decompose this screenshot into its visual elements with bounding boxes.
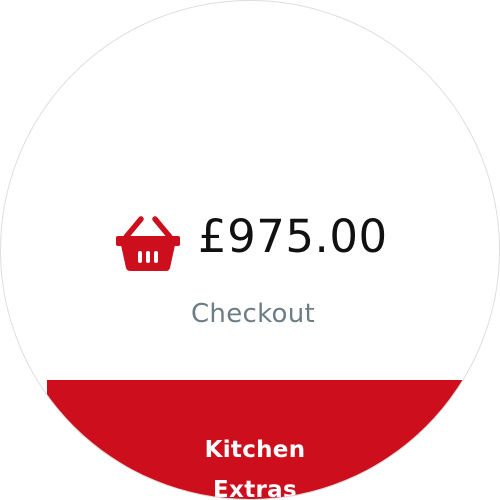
menu-item-label: Kitchen Extras xyxy=(204,437,306,500)
cart-summary[interactable]: £975.00 xyxy=(1,209,499,271)
cart-total: £975.00 xyxy=(198,210,388,263)
cart-widget: £975.00 Checkout Kitchen Extras xyxy=(0,0,500,500)
menu-item-kitchen-extras[interactable]: Kitchen Extras xyxy=(47,430,463,500)
basket-icon[interactable] xyxy=(114,214,180,274)
checkout-link[interactable]: Checkout xyxy=(1,294,499,334)
menu-band: Kitchen Extras xyxy=(47,380,463,500)
